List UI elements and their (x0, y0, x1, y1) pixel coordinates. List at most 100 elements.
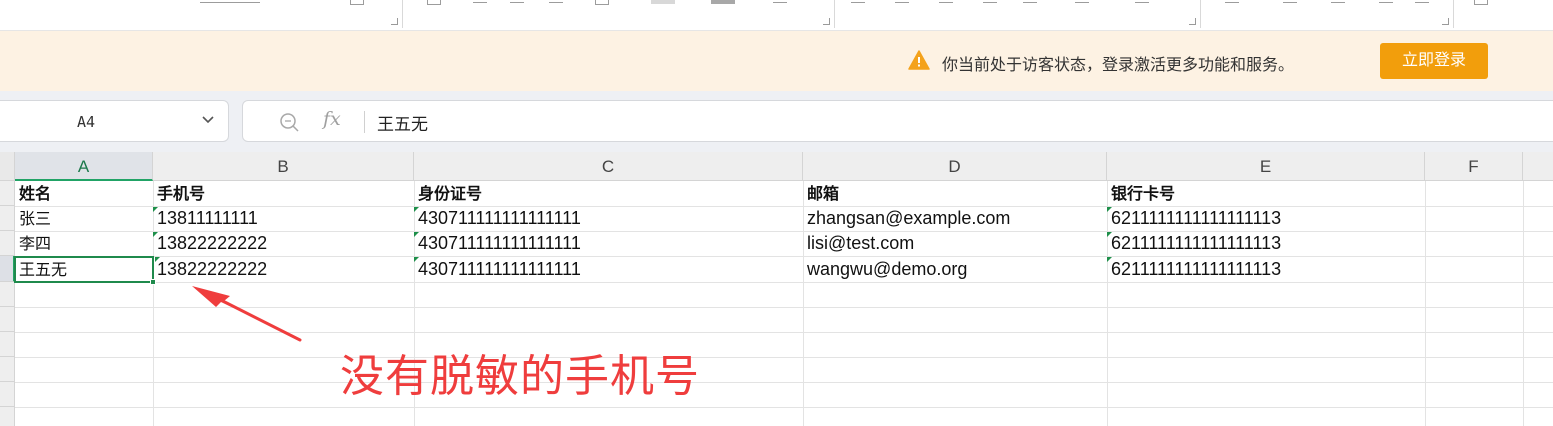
ribbon-font-name-icon[interactable] (200, 0, 260, 3)
gridline (15, 357, 1553, 358)
cell-b1[interactable]: 手机号 (153, 181, 414, 206)
text-number-indicator-icon (1107, 257, 1112, 262)
row-header-6[interactable] (0, 307, 15, 332)
gridline (15, 282, 1553, 283)
column-header-g[interactable] (1523, 152, 1553, 181)
cell-d1[interactable]: 邮箱 (803, 181, 1107, 206)
guest-banner: 你当前处于访客状态，登录激活更多功能和服务。 立即登录 (0, 31, 1553, 91)
italic-icon[interactable] (473, 0, 487, 3)
text-number-indicator-icon (1107, 207, 1112, 212)
name-box[interactable]: A4 (0, 100, 229, 142)
fx-icon[interactable]: fx (323, 108, 341, 130)
gridline (15, 332, 1553, 333)
cell-d4[interactable]: wangwu@demo.org (803, 257, 1107, 282)
cell-e4[interactable]: 6211111111111111113 (1107, 257, 1425, 282)
warning-icon (908, 50, 930, 70)
formula-bar-area: A4 fx 王五无 (0, 91, 1553, 152)
ribbon-group-align (835, 0, 1201, 28)
cell-b4[interactable]: 13822222222 (153, 257, 414, 282)
underline-icon[interactable] (510, 0, 524, 3)
spreadsheet-grid[interactable]: A B C D E F 姓名 手机号 身份证号 邮箱 银行卡号 张三 13811… (0, 152, 1553, 426)
ribbon-group-number (1201, 0, 1454, 28)
text-number-indicator-icon (414, 257, 419, 262)
zoom-icon[interactable] (278, 111, 300, 133)
cell-a3[interactable]: 李四 (15, 231, 153, 256)
thousands-icon[interactable] (1331, 0, 1345, 3)
launcher-icon[interactable] (1442, 18, 1449, 25)
decimal-decrease-icon[interactable] (1415, 0, 1429, 3)
font-color-icon[interactable] (711, 0, 735, 4)
gridline (15, 307, 1553, 308)
ribbon-group-font (0, 0, 403, 28)
indent-icon[interactable] (1135, 0, 1149, 3)
row-header-7[interactable] (0, 332, 15, 357)
column-header-d[interactable]: D (803, 152, 1107, 181)
row-header-4[interactable] (0, 256, 15, 282)
row-header-8[interactable] (0, 357, 15, 382)
text-number-indicator-icon (153, 232, 158, 237)
ribbon-group-style (403, 0, 835, 28)
cell-d3[interactable]: lisi@test.com (803, 231, 1107, 256)
cell-a1[interactable]: 姓名 (15, 181, 153, 206)
row-header-9[interactable] (0, 382, 15, 407)
cell-b3[interactable]: 13822222222 (153, 231, 414, 256)
formula-separator (364, 111, 365, 133)
chevron-down-icon[interactable] (201, 112, 215, 126)
merge-icon[interactable] (1075, 0, 1089, 3)
cell-a2[interactable]: 张三 (15, 206, 153, 231)
align-middle-icon[interactable] (895, 0, 909, 3)
launcher-icon[interactable] (391, 18, 398, 25)
guest-banner-message: 你当前处于访客状态，登录激活更多功能和服务。 (942, 57, 1295, 74)
formula-bar[interactable]: fx 王五无 (242, 100, 1553, 142)
cell-c1[interactable]: 身份证号 (414, 181, 803, 206)
name-box-value: A4 (77, 113, 96, 131)
cell-c3[interactable]: 430711111111111111 (414, 231, 803, 256)
bold-icon[interactable] (427, 0, 441, 5)
align-bottom-icon[interactable] (939, 0, 953, 3)
text-number-indicator-icon (1107, 232, 1112, 237)
launcher-icon[interactable] (823, 18, 830, 25)
fill-color-icon[interactable] (651, 0, 675, 4)
ribbon-group-sheet (1454, 0, 1553, 28)
ribbon-font-size-icon[interactable] (350, 0, 364, 5)
border-icon[interactable] (595, 0, 609, 5)
wrap-icon[interactable] (1023, 0, 1037, 3)
column-header-a[interactable]: A (15, 152, 153, 181)
cell-e2[interactable]: 6211111111111111113 (1107, 206, 1425, 231)
strikethrough-icon[interactable] (549, 0, 563, 3)
currency-icon[interactable] (1225, 0, 1239, 3)
row-header-5[interactable] (0, 282, 15, 307)
column-header-e[interactable]: E (1107, 152, 1425, 181)
decimal-increase-icon[interactable] (1379, 0, 1393, 3)
row-header-2[interactable] (0, 206, 15, 231)
text-number-indicator-icon (155, 257, 160, 262)
cell-c2[interactable]: 430711111111111111 (414, 206, 803, 231)
gridline (1523, 181, 1524, 426)
text-number-indicator-icon (153, 207, 158, 212)
cell-d2[interactable]: zhangsan@example.com (803, 206, 1107, 231)
align-top-icon[interactable] (851, 0, 865, 3)
text-number-indicator-icon (414, 207, 419, 212)
column-header-b[interactable]: B (153, 152, 414, 181)
launcher-icon[interactable] (1189, 18, 1196, 25)
fill-handle[interactable] (150, 279, 156, 285)
gridline (15, 382, 1553, 383)
select-all-corner[interactable] (0, 152, 15, 181)
column-header-c[interactable]: C (414, 152, 803, 181)
annotation-caption: 没有脱敏的手机号 (340, 351, 700, 402)
gridline (1425, 181, 1426, 426)
login-now-button[interactable]: 立即登录 (1380, 43, 1488, 79)
cell-b2[interactable]: 13811111111 (153, 206, 414, 231)
clear-format-icon[interactable] (773, 0, 787, 3)
cell-e3[interactable]: 6211111111111111113 (1107, 231, 1425, 256)
worksheet-icon[interactable] (1474, 0, 1488, 5)
align-left-icon[interactable] (983, 0, 997, 3)
cell-c4[interactable]: 430711111111111111 (414, 257, 803, 282)
formula-input[interactable]: 王五无 (377, 110, 428, 135)
row-header-1[interactable] (0, 181, 15, 206)
column-header-f[interactable]: F (1425, 152, 1523, 181)
percent-icon[interactable] (1283, 0, 1297, 3)
active-cell-selection[interactable] (14, 256, 156, 285)
cell-e1[interactable]: 银行卡号 (1107, 181, 1425, 206)
row-header-3[interactable] (0, 231, 15, 256)
